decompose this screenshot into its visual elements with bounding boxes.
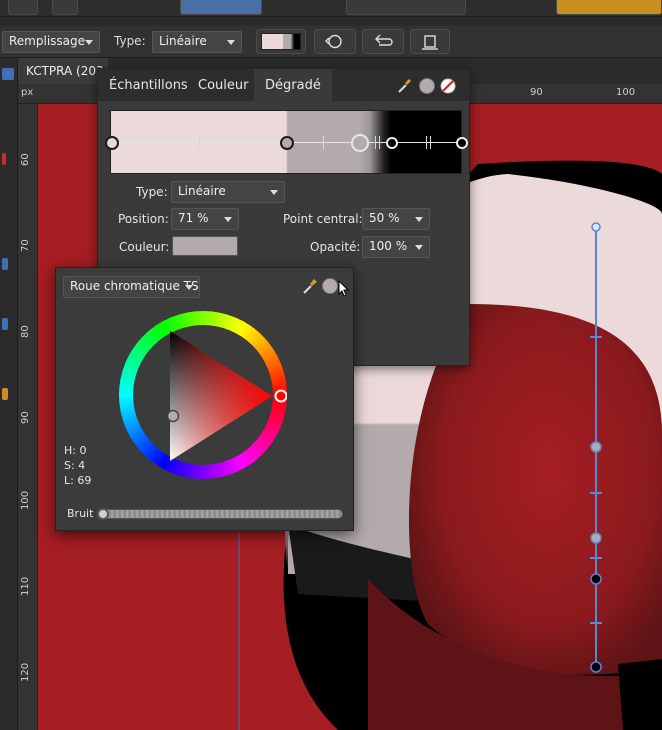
saturation-lightness-triangle[interactable] (119, 311, 287, 479)
panel-tabs: Échantillons Couleur Dégradé (98, 69, 469, 101)
ruler-label: 70 (20, 239, 31, 252)
cursor-icon (338, 280, 350, 297)
snapping-buttons[interactable] (346, 0, 466, 15)
ruler-label: 100 (20, 490, 31, 510)
gradient-preview-swatch (261, 33, 301, 50)
grid-menu-button[interactable] (8, 0, 38, 15)
gradient-stop[interactable] (105, 136, 119, 150)
eyedropper-icon[interactable] (395, 77, 413, 95)
reverse-gradient-button[interactable] (314, 29, 356, 54)
reverse-icon (325, 34, 342, 49)
opacity-field[interactable]: 100 % (362, 236, 430, 258)
zoom-tool-button[interactable] (52, 0, 78, 15)
position-value: 71 % (178, 211, 209, 225)
ruler-label: 80 (20, 325, 31, 338)
panel-type-select[interactable]: Linéaire (171, 181, 285, 203)
tools-panel (0, 58, 18, 730)
position-field[interactable]: 71 % (171, 208, 239, 230)
chevron-down-icon (224, 217, 232, 222)
tab-gradient[interactable]: Dégradé (254, 69, 332, 101)
document-tab-title: KCTPRA (203 (26, 64, 104, 78)
align-button[interactable] (410, 29, 450, 54)
midpoint-marker[interactable] (323, 136, 324, 149)
lightness-readout: L: 69 (64, 474, 92, 487)
chevron-down-icon (415, 217, 423, 222)
gradient-type-select[interactable]: Linéaire (152, 31, 242, 53)
noise-slider[interactable] (98, 509, 343, 519)
no-fill-icon[interactable] (439, 77, 457, 95)
current-color-icon[interactable] (419, 78, 435, 94)
ruler-label: 100 (616, 87, 636, 98)
fill-select[interactable]: Remplissage (2, 31, 100, 53)
midpoint-marker[interactable] (379, 136, 380, 149)
return-arrow-icon (375, 34, 393, 46)
midpoint-label: Point central: (283, 212, 363, 226)
align-icon (422, 35, 438, 50)
tab-color[interactable]: Couleur (187, 69, 259, 101)
midpoint-marker[interactable] (199, 136, 200, 149)
noise-label: Bruit (67, 507, 94, 520)
midpoint-marker[interactable] (430, 136, 431, 149)
opacity-label: Opacité: (310, 240, 361, 254)
color-label: Couleur: (119, 240, 170, 254)
panel-type-value: Linéaire (178, 184, 226, 198)
vertical-ruler: 60 70 80 90 100 110 120 (18, 104, 38, 730)
color-model-value: Roue chromatique TS (70, 279, 199, 293)
gradient-stop-selected[interactable] (351, 134, 369, 152)
ruler-label: 90 (530, 87, 543, 98)
opacity-value: 100 % (369, 239, 408, 253)
color-handle[interactable] (166, 409, 180, 423)
ruler-label: 90 (20, 411, 31, 424)
pen-tool-icon[interactable] (2, 153, 6, 165)
midpoint-marker[interactable] (426, 136, 427, 149)
chevron-down-icon (227, 40, 235, 45)
midpoint-marker[interactable] (375, 136, 376, 149)
noise-slider-thumb[interactable] (97, 508, 109, 520)
gradient-type-value: Linéaire (159, 34, 207, 48)
ruler-label: 110 (20, 576, 31, 596)
persona-buttons[interactable] (180, 0, 262, 15)
hue-handle[interactable] (274, 389, 287, 403)
stop-color-swatch[interactable] (172, 236, 238, 256)
chevron-down-icon (85, 40, 93, 45)
swap-button[interactable] (362, 29, 404, 54)
midpoint-value: 50 % (369, 211, 400, 225)
position-label: Position: (118, 212, 169, 226)
eyedropper-icon[interactable] (301, 276, 319, 296)
gradient-editor-bar[interactable] (105, 110, 468, 174)
chevron-down-icon (185, 285, 193, 290)
hue-readout: H: 0 (64, 444, 87, 457)
saturation-readout: S: 4 (64, 459, 86, 472)
ruler-label: 60 (20, 153, 31, 166)
type-label: Type: (114, 34, 146, 48)
current-color-icon[interactable] (322, 278, 338, 294)
gradient-stop[interactable] (280, 136, 294, 150)
move-tool-icon[interactable] (2, 68, 14, 80)
color-picker-popup: Roue chromatique TS H: 0 S: 4 L: 69 Brui (55, 267, 354, 531)
color-model-select[interactable]: Roue chromatique TS (63, 276, 200, 298)
chevron-down-icon (270, 190, 278, 195)
ruler-label: 120 (20, 662, 31, 682)
gradient-tool-icon[interactable] (2, 388, 8, 400)
document-tab[interactable]: KCTPRA (203 (18, 58, 108, 84)
fill-tool-icon[interactable] (2, 318, 8, 330)
tab-swatches[interactable]: Échantillons (98, 69, 199, 101)
arrange-buttons[interactable] (556, 0, 662, 15)
shape-tool-icon[interactable] (2, 258, 8, 270)
gradient-stop[interactable] (386, 137, 398, 149)
chevron-down-icon (415, 245, 423, 250)
midpoint-field[interactable]: 50 % (362, 208, 430, 230)
ruler-unit: px (21, 87, 34, 98)
gradient-stop[interactable] (456, 137, 468, 149)
type-field-label: Type: (136, 185, 168, 199)
gradient-preview-button[interactable] (256, 29, 306, 54)
fill-select-label: Remplissage (9, 34, 86, 48)
main-toolbar (0, 0, 662, 17)
